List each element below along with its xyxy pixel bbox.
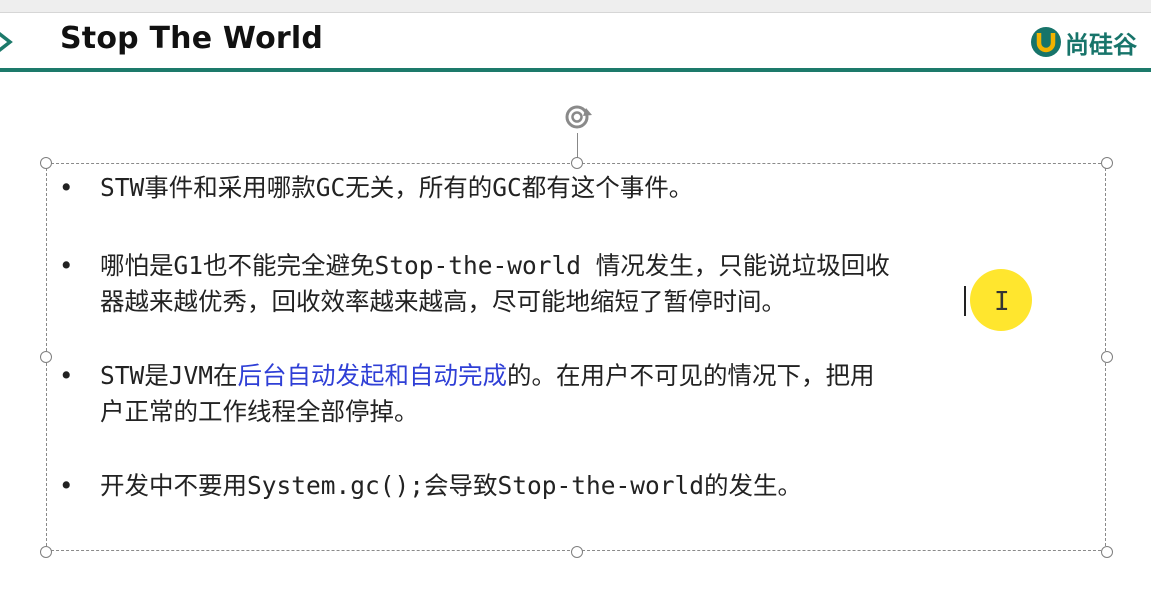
rotate-connector	[577, 133, 578, 159]
resize-handle-bottom-right[interactable]	[1101, 546, 1113, 558]
resize-handle-bottom[interactable]	[571, 546, 583, 558]
window-top-strip	[0, 0, 1151, 13]
bullet-text-segment: 开发中不要用System.gc();会导致Stop-the-world的发生。	[100, 471, 803, 500]
bullet-item: • 哪怕是G1也不能完全避免Stop-the-world 情况发生，只能说垃圾回收…	[55, 248, 1100, 320]
bullet-text-line: 哪怕是G1也不能完全避免Stop-the-world 情况发生，只能说垃圾回收	[100, 248, 1100, 284]
bullet-text-segment: 户正常的工作线程全部停掉。	[100, 397, 419, 426]
highlighted-text: 后台自动发起和自动完成	[237, 361, 508, 390]
resize-handle-left[interactable]	[40, 351, 52, 363]
bullet-marker: •	[59, 251, 74, 280]
resize-handle-top-left[interactable]	[40, 157, 52, 169]
ibeam-cursor-icon: I	[994, 287, 1010, 317]
slide-header: Stop The World	[0, 13, 1151, 69]
resize-handle-right[interactable]	[1101, 351, 1113, 363]
resize-handle-top[interactable]	[571, 157, 583, 169]
slide-title: Stop The World	[60, 21, 324, 56]
bullet-text-line: 器越来越优秀，回收效率越来越高，尽可能地缩短了暂停时间。	[100, 284, 1100, 320]
chevron-right-icon	[0, 32, 13, 52]
bullet-item: • 开发中不要用System.gc();会导致Stop-the-world的发生。	[55, 468, 1100, 504]
resize-handle-bottom-left[interactable]	[40, 546, 52, 558]
bullet-text-segment: 哪怕是G1也不能完全避免Stop-the-world 情况发生，只能说垃圾回收	[100, 251, 890, 280]
bullet-item: • STW事件和采用哪款GC无关，所有的GC都有这个事件。	[55, 170, 1100, 206]
bullet-text-segment: STW是JVM在	[100, 361, 238, 390]
bullet-text-segment: STW事件和采用哪款GC无关，所有的GC都有这个事件。	[100, 173, 694, 202]
bullet-text-line: STW事件和采用哪款GC无关，所有的GC都有这个事件。	[100, 170, 1100, 206]
text-caret	[964, 286, 966, 316]
bullet-text-line: STW是JVM在后台自动发起和自动完成的。在用户不可见的情况下，把用	[100, 358, 1100, 394]
brand-logo: 尚硅谷	[1030, 24, 1151, 60]
bullet-text-segment: 的。在用户不可见的情况下，把用	[507, 361, 875, 390]
bullet-text-line: 开发中不要用System.gc();会导致Stop-the-world的发生。	[100, 468, 1100, 504]
logo-text: 尚硅谷	[1065, 30, 1137, 59]
resize-handle-top-right[interactable]	[1101, 157, 1113, 169]
bullet-marker: •	[59, 471, 74, 500]
rotate-icon[interactable]	[561, 101, 595, 135]
bullet-marker: •	[59, 361, 74, 390]
logo-u-icon	[1031, 27, 1061, 57]
bullet-text-line: 户正常的工作线程全部停掉。	[100, 394, 1100, 430]
bullet-marker: •	[59, 173, 74, 202]
bullet-text-segment: 器越来越优秀，回收效率越来越高，尽可能地缩短了暂停时间。	[100, 287, 786, 316]
bullet-item: • STW是JVM在后台自动发起和自动完成的。在用户不可见的情况下，把用户正常的工…	[55, 358, 1100, 430]
header-divider	[0, 68, 1151, 72]
